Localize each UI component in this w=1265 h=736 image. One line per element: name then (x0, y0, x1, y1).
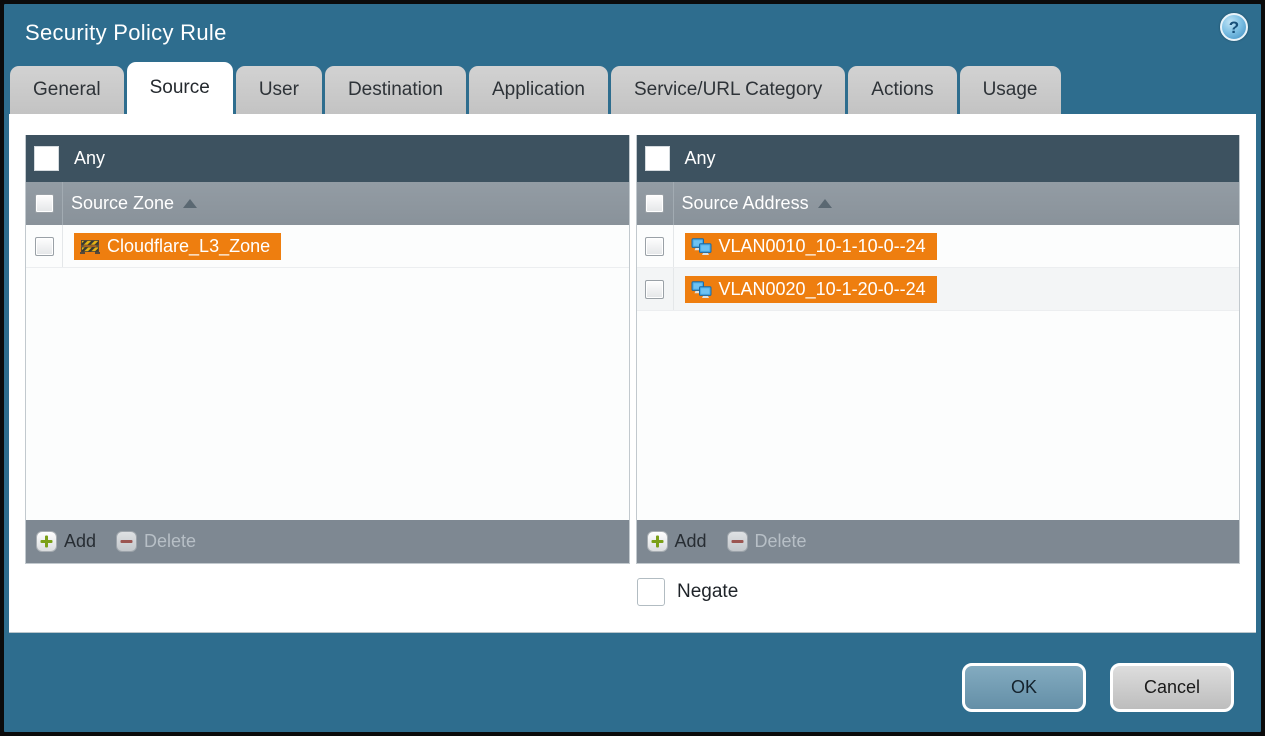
dialog-titlebar: Security Policy Rule ? (4, 4, 1261, 62)
dialog-title: Security Policy Rule (25, 20, 227, 45)
table-row[interactable]: Cloudflare_L3_Zone (26, 225, 629, 268)
zone-icon (80, 238, 100, 254)
negate-label: Negate (677, 581, 739, 602)
row-checkbox[interactable] (645, 279, 664, 299)
sort-ascending-icon[interactable] (183, 199, 198, 208)
source-zone-select-all-checkbox[interactable] (34, 194, 54, 213)
row-checkbox[interactable] (645, 236, 664, 256)
zone-chip[interactable]: Cloudflare_L3_Zone (74, 232, 282, 260)
tab-actions[interactable]: Actions (848, 66, 957, 114)
header-checkbox-cell (637, 182, 674, 225)
source-address-any-header: Any (636, 135, 1239, 182)
source-address-column-title: Source Address (681, 193, 809, 213)
security-policy-rule-dialog: Security Policy Rule ? General Source Us… (0, 0, 1265, 736)
source-address-select-all-checkbox[interactable] (645, 194, 664, 213)
dialog-footer: OK Cancel (4, 633, 1261, 732)
negate-row: Negate (637, 578, 1240, 606)
add-label: Add (674, 531, 707, 551)
source-zone-column-title: Source Zone (71, 193, 175, 213)
table-row[interactable]: VLAN0010_10-1-10-0--24 (636, 225, 1239, 268)
minus-icon (726, 531, 748, 552)
row-checkbox[interactable] (34, 236, 54, 256)
source-tab-content: Any Source Zone Cloudflare_L3_Zone Add D… (9, 114, 1256, 633)
tab-service-url-category[interactable]: Service/URL Category (610, 66, 846, 114)
delete-label: Delete (144, 531, 197, 551)
cancel-button[interactable]: Cancel (1110, 663, 1234, 712)
source-zone-any-header: Any (26, 135, 629, 182)
row-checkbox-cell (637, 225, 674, 267)
add-button[interactable]: Add (36, 531, 96, 552)
tab-general[interactable]: General (10, 66, 124, 114)
row-checkbox-cell (26, 225, 63, 267)
address-icon (691, 280, 712, 298)
help-glyph: ? (1228, 17, 1240, 37)
zone-name: Cloudflare_L3_Zone (107, 235, 271, 256)
address-chip[interactable]: VLAN0020_10-1-20-0--24 (684, 275, 937, 303)
minus-icon (116, 531, 138, 552)
tab-user[interactable]: User (235, 66, 322, 114)
delete-button[interactable]: Delete (726, 531, 807, 552)
source-address-panel: Any Source Address VLAN0010_10-1-10-0--2… (635, 135, 1240, 564)
address-chip[interactable]: VLAN0010_10-1-10-0--24 (684, 232, 937, 260)
panels-container: Any Source Zone Cloudflare_L3_Zone Add D… (25, 135, 1240, 564)
add-button[interactable]: Add (646, 531, 707, 552)
header-checkbox-cell (26, 182, 63, 225)
source-zone-panel: Any Source Zone Cloudflare_L3_Zone Add D… (25, 135, 630, 564)
plus-icon (646, 531, 668, 552)
source-address-list: VLAN0010_10-1-10-0--24 VLAN0020_10-1-20-… (636, 225, 1239, 520)
address-name: VLAN0010_10-1-10-0--24 (718, 235, 926, 256)
source-zone-any-checkbox[interactable] (34, 146, 59, 171)
tab-bar: General Source User Destination Applicat… (4, 62, 1261, 114)
source-zone-footer: Add Delete (26, 520, 629, 563)
tab-usage[interactable]: Usage (959, 66, 1061, 114)
source-zone-list: Cloudflare_L3_Zone (26, 225, 629, 520)
source-address-footer: Add Delete (636, 520, 1239, 563)
delete-button[interactable]: Delete (116, 531, 196, 552)
tab-application[interactable]: Application (469, 66, 608, 114)
address-icon (691, 237, 712, 255)
tab-destination[interactable]: Destination (324, 66, 466, 114)
row-checkbox-cell (637, 268, 674, 310)
table-row[interactable]: VLAN0020_10-1-20-0--24 (636, 268, 1239, 311)
help-icon[interactable]: ? (1220, 13, 1248, 41)
tab-source[interactable]: Source (126, 62, 233, 114)
address-name: VLAN0020_10-1-20-0--24 (718, 278, 926, 299)
ok-button[interactable]: OK (962, 663, 1086, 712)
source-address-column-header[interactable]: Source Address (636, 182, 1239, 225)
sort-ascending-icon[interactable] (817, 199, 832, 208)
source-address-any-checkbox[interactable] (644, 146, 670, 171)
source-address-any-label: Any (684, 148, 716, 168)
plus-icon (36, 531, 57, 552)
delete-label: Delete (754, 531, 807, 551)
source-zone-column-header[interactable]: Source Zone (26, 182, 629, 225)
negate-checkbox[interactable] (637, 578, 665, 606)
add-label: Add (64, 531, 97, 551)
source-zone-any-label: Any (74, 148, 106, 168)
